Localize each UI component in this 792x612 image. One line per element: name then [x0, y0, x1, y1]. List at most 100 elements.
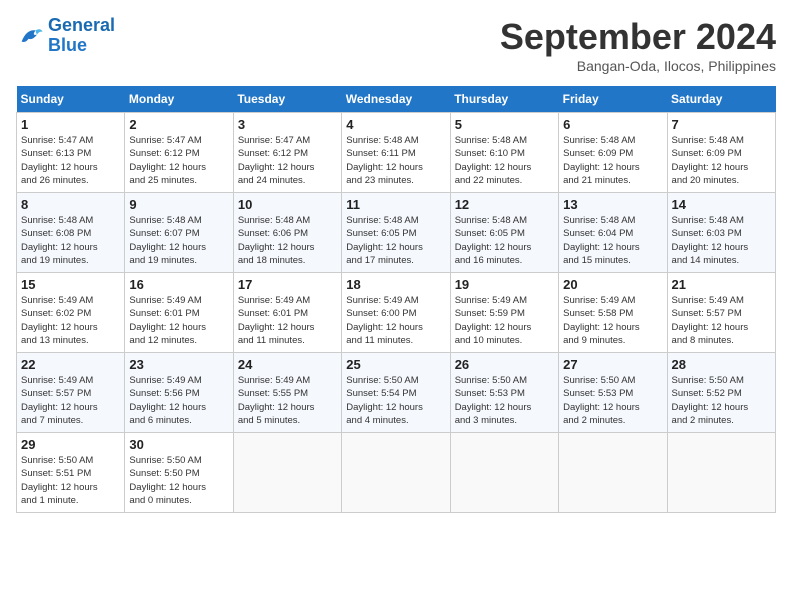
- calendar-cell: 9 Sunrise: 5:48 AM Sunset: 6:07 PM Daylig…: [125, 193, 233, 273]
- weekday-header-wednesday: Wednesday: [342, 86, 450, 113]
- day-number: 7: [672, 117, 771, 132]
- calendar-cell: 25 Sunrise: 5:50 AM Sunset: 5:54 PM Dayli…: [342, 353, 450, 433]
- day-number: 23: [129, 357, 228, 372]
- location: Bangan-Oda, Ilocos, Philippines: [500, 58, 776, 74]
- day-info: Sunrise: 5:48 AM Sunset: 6:09 PM Dayligh…: [563, 134, 662, 187]
- day-info: Sunrise: 5:48 AM Sunset: 6:07 PM Dayligh…: [129, 214, 228, 267]
- day-number: 13: [563, 197, 662, 212]
- calendar-cell: 15 Sunrise: 5:49 AM Sunset: 6:02 PM Dayli…: [17, 273, 125, 353]
- day-info: Sunrise: 5:49 AM Sunset: 5:55 PM Dayligh…: [238, 374, 337, 427]
- day-number: 20: [563, 277, 662, 292]
- day-number: 9: [129, 197, 228, 212]
- calendar-cell: 17 Sunrise: 5:49 AM Sunset: 6:01 PM Dayli…: [233, 273, 341, 353]
- calendar-cell: 4Sunrise: 5:48 AM Sunset: 6:11 PM Daylig…: [342, 113, 450, 193]
- weekday-header-thursday: Thursday: [450, 86, 558, 113]
- calendar-cell: 11Sunrise: 5:48 AM Sunset: 6:05 PM Dayli…: [342, 193, 450, 273]
- day-number: 6: [563, 117, 662, 132]
- day-number: 25: [346, 357, 445, 372]
- calendar-cell: 5 Sunrise: 5:48 AM Sunset: 6:10 PM Daylig…: [450, 113, 558, 193]
- day-number: 8: [21, 197, 120, 212]
- day-number: 1: [21, 117, 120, 132]
- day-info: Sunrise: 5:50 AM Sunset: 5:54 PM Dayligh…: [346, 374, 445, 427]
- day-info: Sunrise: 5:50 AM Sunset: 5:51 PM Dayligh…: [21, 454, 120, 507]
- calendar-week-5: 29 Sunrise: 5:50 AM Sunset: 5:51 PM Dayli…: [17, 433, 776, 513]
- day-number: 26: [455, 357, 554, 372]
- calendar-cell: 18 Sunrise: 5:49 AM Sunset: 6:00 PM Dayli…: [342, 273, 450, 353]
- calendar-cell: 29 Sunrise: 5:50 AM Sunset: 5:51 PM Dayli…: [17, 433, 125, 513]
- day-info: Sunrise: 5:48 AM Sunset: 6:04 PM Dayligh…: [563, 214, 662, 267]
- day-info: Sunrise: 5:49 AM Sunset: 5:57 PM Dayligh…: [672, 294, 771, 347]
- day-info: Sunrise: 5:48 AM Sunset: 6:09 PM Dayligh…: [672, 134, 771, 187]
- month-title: September 2024: [500, 16, 776, 58]
- day-info: Sunrise: 5:49 AM Sunset: 6:00 PM Dayligh…: [346, 294, 445, 347]
- day-number: 24: [238, 357, 337, 372]
- day-number: 21: [672, 277, 771, 292]
- weekday-header-tuesday: Tuesday: [233, 86, 341, 113]
- calendar-cell: 30Sunrise: 5:50 AM Sunset: 5:50 PM Dayli…: [125, 433, 233, 513]
- calendar-cell: 13 Sunrise: 5:48 AM Sunset: 6:04 PM Dayli…: [559, 193, 667, 273]
- calendar-cell: 3Sunrise: 5:47 AM Sunset: 6:12 PM Daylig…: [233, 113, 341, 193]
- calendar-cell: 16Sunrise: 5:49 AM Sunset: 6:01 PM Dayli…: [125, 273, 233, 353]
- weekday-header-row: SundayMondayTuesdayWednesdayThursdayFrid…: [17, 86, 776, 113]
- day-info: Sunrise: 5:48 AM Sunset: 6:03 PM Dayligh…: [672, 214, 771, 267]
- calendar-cell: [559, 433, 667, 513]
- calendar-cell: 6 Sunrise: 5:48 AM Sunset: 6:09 PM Daylig…: [559, 113, 667, 193]
- calendar-cell: [233, 433, 341, 513]
- day-number: 18: [346, 277, 445, 292]
- day-number: 15: [21, 277, 120, 292]
- calendar-table: SundayMondayTuesdayWednesdayThursdayFrid…: [16, 86, 776, 513]
- day-info: Sunrise: 5:47 AM Sunset: 6:12 PM Dayligh…: [238, 134, 337, 187]
- day-number: 28: [672, 357, 771, 372]
- day-info: Sunrise: 5:48 AM Sunset: 6:05 PM Dayligh…: [455, 214, 554, 267]
- calendar-cell: 27Sunrise: 5:50 AM Sunset: 5:53 PM Dayli…: [559, 353, 667, 433]
- calendar-cell: 21 Sunrise: 5:49 AM Sunset: 5:57 PM Dayli…: [667, 273, 775, 353]
- day-number: 22: [21, 357, 120, 372]
- logo-icon: [16, 22, 44, 50]
- day-number: 14: [672, 197, 771, 212]
- weekday-header-friday: Friday: [559, 86, 667, 113]
- calendar-week-1: 1 Sunrise: 5:47 AM Sunset: 6:13 PM Daylig…: [17, 113, 776, 193]
- day-info: Sunrise: 5:49 AM Sunset: 5:58 PM Dayligh…: [563, 294, 662, 347]
- day-info: Sunrise: 5:49 AM Sunset: 6:02 PM Dayligh…: [21, 294, 120, 347]
- calendar-cell: 26 Sunrise: 5:50 AM Sunset: 5:53 PM Dayli…: [450, 353, 558, 433]
- calendar-week-3: 15 Sunrise: 5:49 AM Sunset: 6:02 PM Dayli…: [17, 273, 776, 353]
- day-info: Sunrise: 5:48 AM Sunset: 6:06 PM Dayligh…: [238, 214, 337, 267]
- day-info: Sunrise: 5:49 AM Sunset: 6:01 PM Dayligh…: [238, 294, 337, 347]
- calendar-cell: [342, 433, 450, 513]
- calendar-cell: 28 Sunrise: 5:50 AM Sunset: 5:52 PM Dayli…: [667, 353, 775, 433]
- day-info: Sunrise: 5:50 AM Sunset: 5:53 PM Dayligh…: [455, 374, 554, 427]
- day-info: Sunrise: 5:47 AM Sunset: 6:13 PM Dayligh…: [21, 134, 120, 187]
- calendar-cell: 14 Sunrise: 5:48 AM Sunset: 6:03 PM Dayli…: [667, 193, 775, 273]
- calendar-cell: 22 Sunrise: 5:49 AM Sunset: 5:57 PM Dayli…: [17, 353, 125, 433]
- calendar-cell: 2Sunrise: 5:47 AM Sunset: 6:12 PM Daylig…: [125, 113, 233, 193]
- day-info: Sunrise: 5:50 AM Sunset: 5:52 PM Dayligh…: [672, 374, 771, 427]
- day-number: 29: [21, 437, 120, 452]
- calendar-week-2: 8 Sunrise: 5:48 AM Sunset: 6:08 PM Daylig…: [17, 193, 776, 273]
- day-number: 12: [455, 197, 554, 212]
- calendar-week-4: 22 Sunrise: 5:49 AM Sunset: 5:57 PM Dayli…: [17, 353, 776, 433]
- calendar-cell: 12 Sunrise: 5:48 AM Sunset: 6:05 PM Dayli…: [450, 193, 558, 273]
- day-number: 2: [129, 117, 228, 132]
- day-info: Sunrise: 5:48 AM Sunset: 6:05 PM Dayligh…: [346, 214, 445, 267]
- calendar-cell: 23 Sunrise: 5:49 AM Sunset: 5:56 PM Dayli…: [125, 353, 233, 433]
- day-info: Sunrise: 5:48 AM Sunset: 6:10 PM Dayligh…: [455, 134, 554, 187]
- calendar-cell: [667, 433, 775, 513]
- calendar-cell: 10Sunrise: 5:48 AM Sunset: 6:06 PM Dayli…: [233, 193, 341, 273]
- title-block: September 2024 Bangan-Oda, Ilocos, Phili…: [500, 16, 776, 74]
- day-info: Sunrise: 5:49 AM Sunset: 6:01 PM Dayligh…: [129, 294, 228, 347]
- day-info: Sunrise: 5:49 AM Sunset: 5:57 PM Dayligh…: [21, 374, 120, 427]
- calendar-cell: [450, 433, 558, 513]
- calendar-cell: 20 Sunrise: 5:49 AM Sunset: 5:58 PM Dayli…: [559, 273, 667, 353]
- day-number: 19: [455, 277, 554, 292]
- day-info: Sunrise: 5:49 AM Sunset: 5:56 PM Dayligh…: [129, 374, 228, 427]
- weekday-header-saturday: Saturday: [667, 86, 775, 113]
- calendar-cell: 1 Sunrise: 5:47 AM Sunset: 6:13 PM Daylig…: [17, 113, 125, 193]
- day-info: Sunrise: 5:48 AM Sunset: 6:08 PM Dayligh…: [21, 214, 120, 267]
- logo-text: General Blue: [48, 16, 115, 56]
- day-info: Sunrise: 5:48 AM Sunset: 6:11 PM Dayligh…: [346, 134, 445, 187]
- day-info: Sunrise: 5:50 AM Sunset: 5:53 PM Dayligh…: [563, 374, 662, 427]
- day-number: 17: [238, 277, 337, 292]
- day-info: Sunrise: 5:49 AM Sunset: 5:59 PM Dayligh…: [455, 294, 554, 347]
- day-number: 5: [455, 117, 554, 132]
- calendar-cell: 19 Sunrise: 5:49 AM Sunset: 5:59 PM Dayli…: [450, 273, 558, 353]
